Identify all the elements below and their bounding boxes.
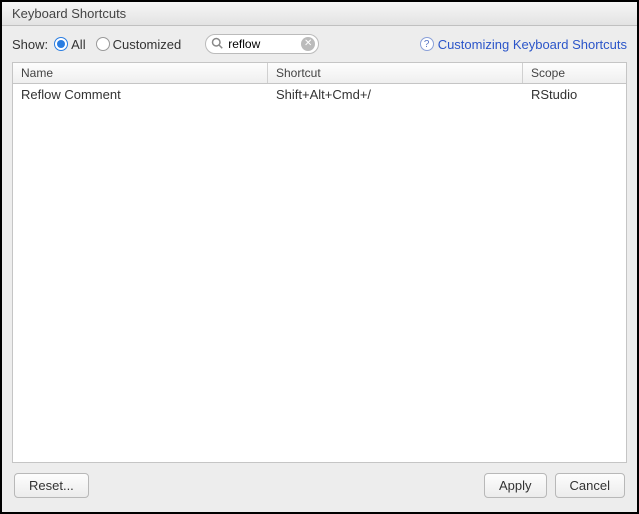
cancel-button[interactable]: Cancel xyxy=(555,473,625,498)
radio-all-label: All xyxy=(71,37,85,52)
search-icon xyxy=(211,37,223,49)
help-link[interactable]: ? Customizing Keyboard Shortcuts xyxy=(420,37,627,52)
dialog-title: Keyboard Shortcuts xyxy=(12,6,126,21)
table-header: Name Shortcut Scope xyxy=(13,63,626,84)
dialog-window: Keyboard Shortcuts Show: All Customized … xyxy=(0,0,639,514)
radio-all[interactable]: All xyxy=(54,37,85,52)
table-row[interactable]: Reflow Comment Shift+Alt+Cmd+/ RStudio xyxy=(13,84,626,105)
cell-name: Reflow Comment xyxy=(13,84,268,105)
radio-customized-label: Customized xyxy=(113,37,182,52)
col-header-scope[interactable]: Scope xyxy=(523,63,626,83)
help-icon: ? xyxy=(420,37,434,51)
show-label: Show: xyxy=(12,37,48,52)
cell-shortcut: Shift+Alt+Cmd+/ xyxy=(268,84,523,105)
dialog-titlebar: Keyboard Shortcuts xyxy=(2,2,637,26)
search-wrap: ✕ xyxy=(205,34,319,54)
apply-button[interactable]: Apply xyxy=(484,473,547,498)
radio-dot-icon xyxy=(54,37,68,51)
reset-button[interactable]: Reset... xyxy=(14,473,89,498)
dialog-footer: Reset... Apply Cancel xyxy=(2,463,637,512)
toolbar: Show: All Customized ✕ ? Customizing Key… xyxy=(2,26,637,62)
col-header-shortcut[interactable]: Shortcut xyxy=(268,63,523,83)
help-link-label: Customizing Keyboard Shortcuts xyxy=(438,37,627,52)
cell-scope: RStudio xyxy=(523,84,626,105)
radio-empty-icon xyxy=(96,37,110,51)
radio-customized[interactable]: Customized xyxy=(96,37,182,52)
shortcut-table[interactable]: Name Shortcut Scope Reflow Comment Shift… xyxy=(12,62,627,463)
col-header-name[interactable]: Name xyxy=(13,63,268,83)
